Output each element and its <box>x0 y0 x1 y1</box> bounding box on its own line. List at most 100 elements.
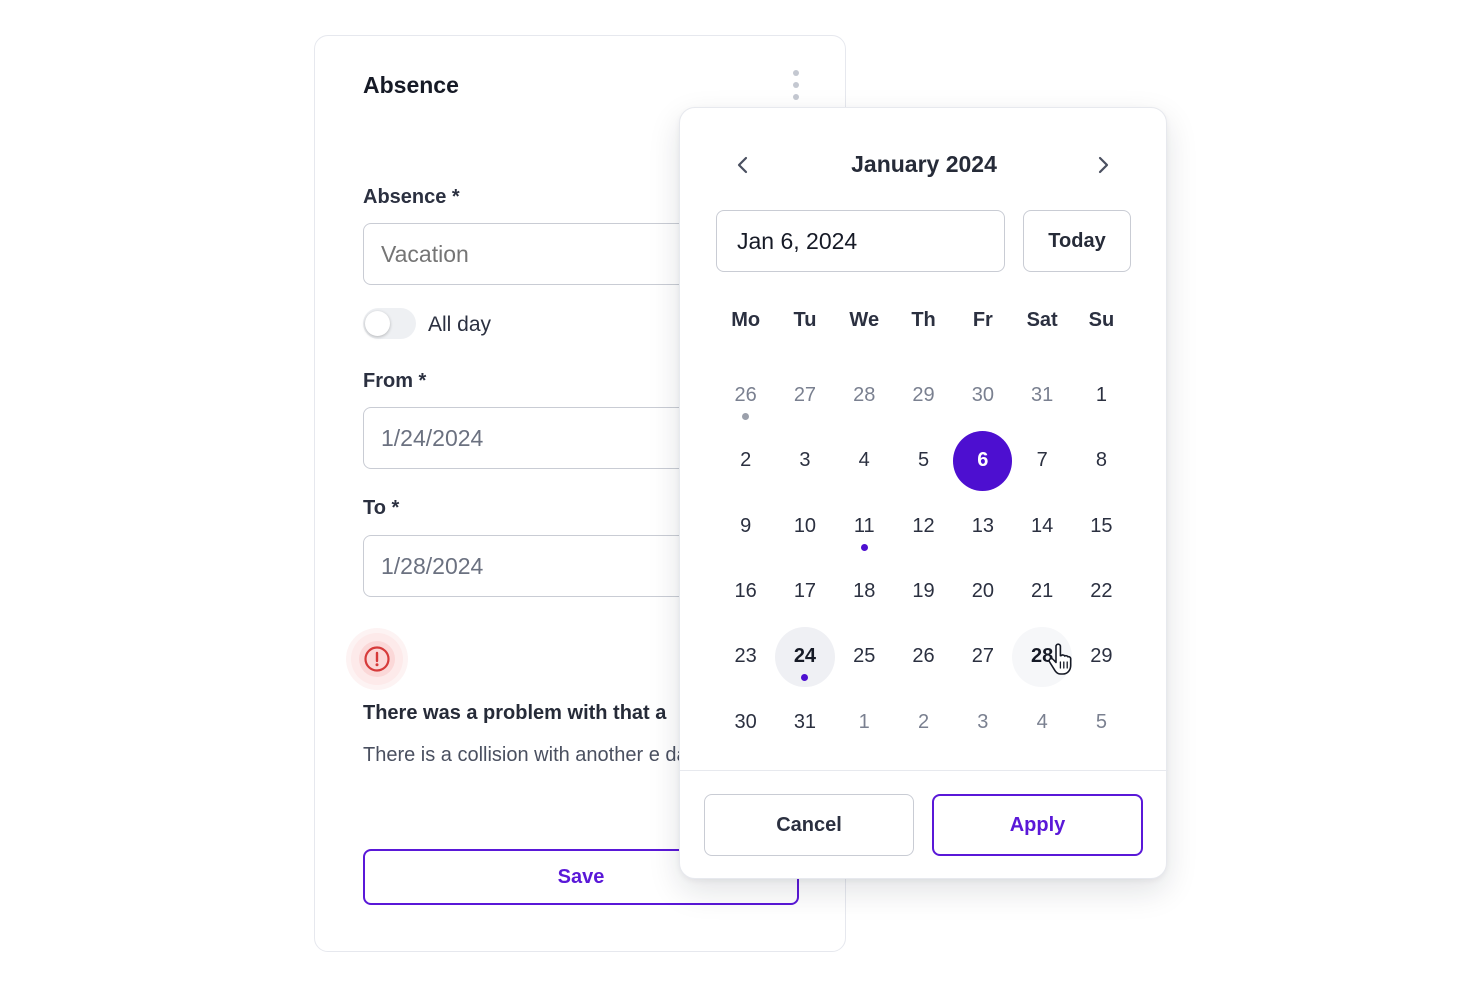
alert-title: There was a problem with that a <box>363 702 667 724</box>
date-picker-popover: January 2024 Today MoTuWeThFrSatSu 26272… <box>679 107 1168 879</box>
calendar-day[interactable]: 17 <box>775 559 834 624</box>
calendar-day[interactable]: 27 <box>775 363 834 428</box>
calendar-day[interactable]: 21 <box>1012 559 1071 624</box>
picker-date-input[interactable] <box>716 210 1005 272</box>
day-number: 7 <box>1036 449 1048 472</box>
day-number: 29 <box>912 384 935 407</box>
absence-label: Absence * <box>363 186 460 208</box>
weekday-header: Mo Tu We Th Fr Sat Su <box>716 298 1131 343</box>
to-label: To * <box>363 497 400 519</box>
footer-divider <box>680 770 1168 771</box>
from-label: From * <box>363 370 427 392</box>
day-number: 5 <box>917 449 930 472</box>
calendar-day[interactable]: 23 <box>716 624 775 689</box>
calendar-day[interactable]: 12 <box>894 494 953 559</box>
day-number: 25 <box>853 645 876 668</box>
weekday-label: We <box>849 309 880 331</box>
day-number: 14 <box>1031 514 1054 537</box>
calendar-day[interactable]: 18 <box>835 559 894 624</box>
event-dot <box>860 543 868 551</box>
day-number: 4 <box>858 449 870 472</box>
day-number: 23 <box>734 645 757 668</box>
calendar-day[interactable]: 1 <box>1072 363 1131 428</box>
day-number: 27 <box>793 384 817 407</box>
day-number: 10 <box>793 514 817 537</box>
today-button[interactable]: Today <box>1023 210 1131 272</box>
calendar-day[interactable]: 30 <box>953 363 1012 428</box>
day-number: 6 <box>953 430 1013 491</box>
calendar-day-range-edge[interactable]: 24 <box>775 624 835 689</box>
calendar-day[interactable]: 5 <box>894 428 953 493</box>
day-number: 28 <box>1012 626 1072 687</box>
calendar-day[interactable]: 11 <box>835 494 894 559</box>
calendar-day[interactable]: 8 <box>1072 428 1131 493</box>
calendar-day[interactable]: 30 <box>716 689 775 754</box>
day-number: 2 <box>917 710 930 733</box>
day-number: 1 <box>1095 384 1107 407</box>
day-number: 8 <box>1095 449 1107 472</box>
day-number: 20 <box>971 580 994 603</box>
calendar-day-hovered[interactable]: 28 <box>1012 624 1072 689</box>
calendar-day[interactable]: 10 <box>775 494 834 559</box>
card-title: Absence <box>363 72 459 98</box>
calendar-day[interactable]: 22 <box>1072 559 1131 624</box>
day-number: 30 <box>734 710 757 733</box>
calendar-day[interactable]: 20 <box>953 559 1012 624</box>
calendar-day[interactable]: 26 <box>716 363 775 428</box>
calendar-day[interactable]: 2 <box>716 428 775 493</box>
day-number: 21 <box>1031 580 1054 603</box>
day-number: 29 <box>1090 645 1113 668</box>
calendar-day[interactable]: 28 <box>835 363 894 428</box>
weekday-label: Mo <box>731 309 761 331</box>
day-number: 17 <box>793 580 817 603</box>
calendar-day[interactable]: 4 <box>835 428 894 493</box>
alert-circle-icon <box>351 633 403 685</box>
calendar-day[interactable]: 15 <box>1072 494 1131 559</box>
calendar-day[interactable]: 4 <box>1012 689 1071 754</box>
day-number: 3 <box>977 710 989 733</box>
day-number: 12 <box>912 514 935 537</box>
calendar-day[interactable]: 3 <box>775 428 834 493</box>
calendar-day[interactable]: 31 <box>1012 363 1071 428</box>
calendar-day[interactable]: 19 <box>894 559 953 624</box>
day-number: 31 <box>1031 384 1054 407</box>
calendar-day[interactable]: 16 <box>716 559 775 624</box>
day-grid: 26 27 28 29 30 31 1 2 3 4 5 6 7 8 9 10 11 12 13 14 15 16 17 18 1… <box>716 363 1131 755</box>
calendar-day[interactable]: 2 <box>894 689 953 754</box>
calendar-day[interactable]: 29 <box>894 363 953 428</box>
cancel-button[interactable]: Cancel <box>704 794 914 856</box>
weekday-label: Tu <box>793 309 817 331</box>
calendar-day[interactable]: 25 <box>835 624 894 689</box>
calendar-day[interactable]: 26 <box>894 624 953 689</box>
all-day-label: All day <box>428 313 492 336</box>
calendar-day[interactable]: 1 <box>835 689 894 754</box>
day-number: 2 <box>740 449 752 472</box>
day-number: 1 <box>858 710 870 733</box>
weekday-label: Sat <box>1026 309 1058 331</box>
calendar-day[interactable]: 29 <box>1072 624 1131 689</box>
chevron-right-icon[interactable] <box>1086 148 1120 182</box>
day-number: 19 <box>912 580 935 603</box>
day-number: 18 <box>853 580 876 603</box>
all-day-toggle[interactable] <box>363 308 416 339</box>
kebab-menu-icon[interactable] <box>789 70 803 102</box>
calendar-day[interactable]: 5 <box>1072 689 1131 754</box>
day-number: 4 <box>1036 710 1048 733</box>
day-number: 15 <box>1090 514 1113 537</box>
calendar-day[interactable]: 27 <box>953 624 1012 689</box>
toggle-knob <box>365 311 390 336</box>
calendar-day[interactable]: 31 <box>775 689 834 754</box>
day-number: 30 <box>971 384 994 407</box>
calendar-day[interactable]: 3 <box>953 689 1012 754</box>
day-number: 31 <box>793 710 817 733</box>
day-number: 13 <box>971 514 994 537</box>
calendar-day[interactable]: 7 <box>1012 428 1071 493</box>
calendar-day[interactable]: 14 <box>1012 494 1071 559</box>
apply-button[interactable]: Apply <box>932 794 1143 856</box>
calendar-day[interactable]: 13 <box>953 494 1012 559</box>
weekday-label: Su <box>1088 309 1115 331</box>
day-number: 27 <box>971 645 994 668</box>
day-number: 28 <box>853 384 876 407</box>
calendar-day-selected[interactable]: 6 <box>953 428 1013 493</box>
calendar-day[interactable]: 9 <box>716 494 775 559</box>
